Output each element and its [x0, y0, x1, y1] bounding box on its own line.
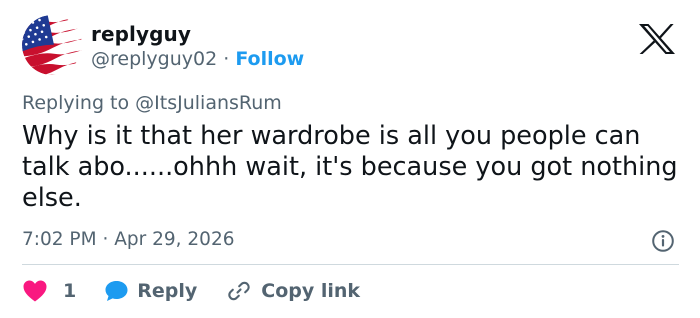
tweet-text: Why is it that her wardrobe is all you p…	[22, 121, 678, 213]
tweet-time: 7:02 PM	[22, 229, 97, 250]
like-count: 1	[63, 280, 77, 302]
link-icon	[228, 281, 250, 301]
divider	[22, 264, 679, 265]
user-handle[interactable]: @replyguy02	[91, 48, 217, 70]
handle-separator: ·	[223, 48, 230, 70]
replying-to: Replying to @ItsJuliansRum	[22, 92, 282, 114]
flag-icon	[22, 15, 82, 75]
copy-link-label: Copy link	[261, 280, 361, 302]
like-button[interactable]: 1	[22, 279, 76, 303]
speech-bubble-icon	[105, 281, 128, 301]
copy-link-button[interactable]: Copy link	[227, 279, 360, 303]
replying-handle-link[interactable]: @ItsJuliansRum	[135, 92, 282, 114]
action-bar: 1 Reply Copy link	[22, 276, 360, 306]
replying-prefix: Replying to	[22, 92, 130, 114]
display-name[interactable]: replyguy	[91, 22, 191, 46]
handle-row: @replyguy02 · Follow	[91, 48, 304, 70]
heart-icon	[23, 280, 47, 302]
tweet-card: replyguy @replyguy02 · Follow Replying t…	[0, 0, 700, 318]
reply-label: Reply	[137, 280, 198, 302]
info-icon[interactable]	[651, 229, 675, 253]
avatar[interactable]	[22, 15, 82, 75]
tweet-date: Apr 29, 2026	[114, 229, 235, 250]
tweet-timestamp[interactable]: 7:02 PM · Apr 29, 2026	[22, 229, 235, 250]
follow-button[interactable]: Follow	[235, 48, 304, 70]
x-logo-icon[interactable]	[638, 23, 676, 55]
reply-button[interactable]: Reply	[104, 279, 197, 303]
timestamp-separator: ·	[102, 229, 109, 250]
